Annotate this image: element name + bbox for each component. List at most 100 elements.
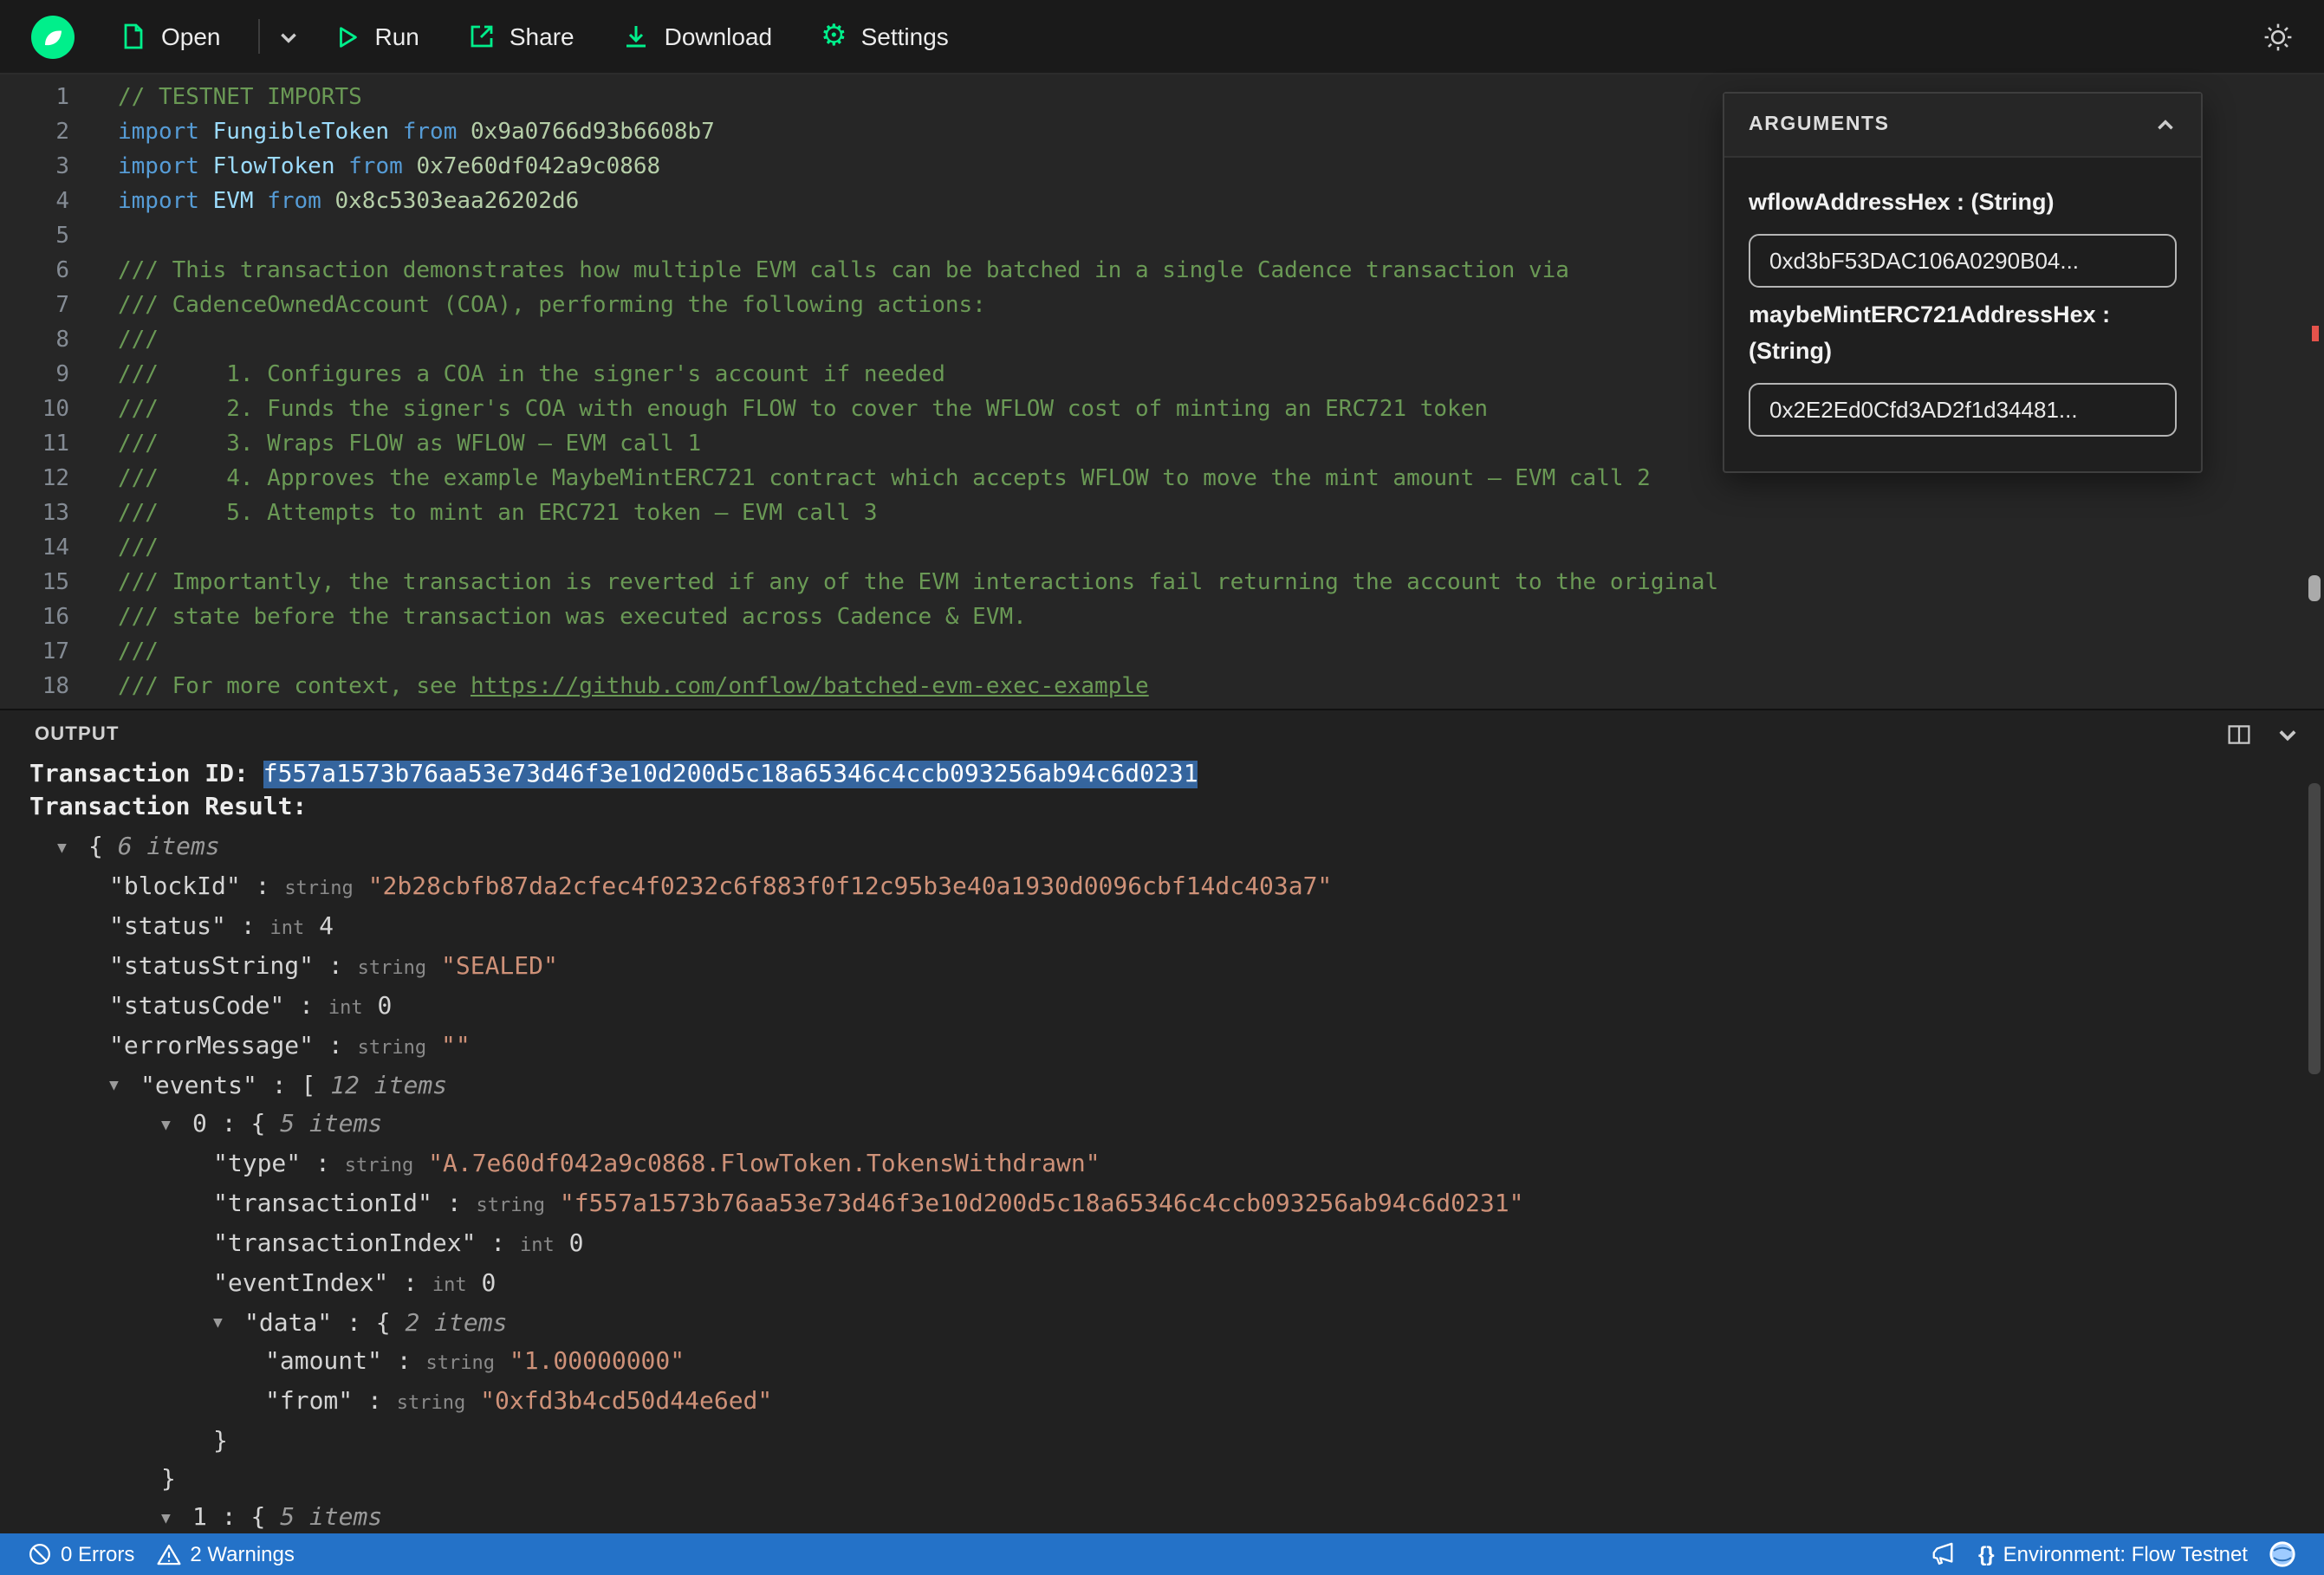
json-token: string <box>344 1153 414 1176</box>
transaction-result-label: Transaction Result: <box>29 794 308 821</box>
json-tree-row: ▼ "events" : [ 12 items <box>29 1066 2324 1105</box>
share-button[interactable]: Share <box>468 23 575 50</box>
code-line-content: /// <box>69 324 159 359</box>
editor-scrollbar-thumb[interactable] <box>2308 575 2321 601</box>
expand-toggle-icon[interactable]: ▼ <box>213 1305 244 1343</box>
split-panel-icon <box>2228 725 2250 744</box>
warning-triangle-icon <box>156 1544 180 1565</box>
line-number: 14 <box>42 535 69 561</box>
gear-icon: ⚙ <box>821 18 847 53</box>
code-line-content: // TESTNET IMPORTS <box>69 81 362 116</box>
open-dropdown-chevron[interactable] <box>278 25 301 48</box>
code-token: FlowToken <box>212 154 335 180</box>
json-token: "A.7e60df042a9c0868.FlowToken.TokensWith… <box>428 1150 1100 1177</box>
code-line: 14 /// <box>0 532 2324 567</box>
json-token: "" <box>441 1032 471 1060</box>
transaction-id-value[interactable]: f557a1573b76aa53e73d46f3e10d200d5c18a653… <box>263 761 1198 788</box>
line-number: 11 <box>42 431 69 457</box>
code-line: 18/// For more context, see https://gith… <box>0 671 2324 705</box>
json-token: [ <box>301 1072 331 1099</box>
split-panel-button[interactable] <box>2227 723 2251 747</box>
json-token: int <box>520 1233 555 1255</box>
download-icon <box>623 23 651 50</box>
json-token: : <box>284 992 328 1020</box>
expand-toggle-icon[interactable]: ▼ <box>161 1106 192 1144</box>
json-token: int <box>432 1273 467 1295</box>
chevron-up-icon[interactable] <box>2154 113 2177 136</box>
code-line-content: /// 4. Approves the example MaybeMintERC… <box>69 463 1651 497</box>
warnings-status[interactable]: 2 Warnings <box>145 1541 305 1567</box>
json-token: "f557a1573b76aa53e73d46f3e10d200d5c18a65… <box>559 1189 1524 1217</box>
json-token: "1.00000000" <box>509 1348 685 1376</box>
maybe-mint-address-input[interactable]: 0x2E2Ed0Cfd3AD2f1d34481... <box>1749 382 2177 437</box>
json-token: 0 <box>192 1111 207 1138</box>
json-token: 0 <box>568 1229 584 1257</box>
json-tree-row: ▼ "data" : { 2 items <box>29 1304 2324 1343</box>
json-token: string <box>357 956 427 978</box>
json-token: } <box>161 1466 176 1494</box>
announcements-button[interactable] <box>1921 1541 1968 1567</box>
code-line-content: import EVM from 0x8c5303eaa26202d6 <box>69 185 579 220</box>
code-token: /// CadenceOwnedAccount (COA), performin… <box>118 293 986 319</box>
output-title: OUTPUT <box>35 724 120 745</box>
json-token: 5 items <box>280 1504 383 1532</box>
json-token: { <box>250 1111 281 1138</box>
json-tree-row: "amount" : string "1.00000000" <box>29 1343 2324 1383</box>
output-scrollbar-thumb[interactable] <box>2308 783 2321 1074</box>
json-tree-row: "type" : string "A.7e60df042a9c0868.Flow… <box>29 1144 2324 1184</box>
wflow-address-label: wflowAddressHex : (String) <box>1749 189 2055 215</box>
code-token: import <box>118 120 213 146</box>
code-token: 0x8c5303eaa26202d6 <box>334 189 580 215</box>
theme-toggle-button[interactable] <box>2263 22 2293 51</box>
json-token: 1 <box>192 1504 207 1532</box>
status-bar: 0 Errors 2 Warnings {} Environment: Flow… <box>0 1533 2324 1575</box>
expand-toggle-icon[interactable]: ▼ <box>57 829 88 867</box>
code-token: 0x9a0766d93b6608b7 <box>471 120 715 146</box>
json-tree-row: ▼{ 6 items <box>29 828 2324 867</box>
open-button[interactable]: Open <box>120 23 221 50</box>
json-token: int <box>269 916 305 938</box>
code-line-content: import FungibleToken from 0x9a0766d93b66… <box>69 116 715 151</box>
json-token: "type" <box>213 1150 302 1177</box>
code-token: /// <box>118 639 159 665</box>
code-token: /// <box>118 535 159 561</box>
code-token: 0x7e60df042a9c0868 <box>416 154 661 180</box>
expand-toggle-icon[interactable]: ▼ <box>109 1067 140 1105</box>
json-token: : <box>240 872 285 900</box>
errors-count-label: 0 Errors <box>61 1542 135 1566</box>
code-link[interactable]: https://github.com/onflow/batched-evm-ex… <box>471 674 1149 700</box>
transaction-result-line: Transaction Result: <box>29 792 2324 825</box>
error-circle-icon <box>29 1544 50 1565</box>
connection-status-button[interactable] <box>2258 1540 2307 1568</box>
share-label: Share <box>509 23 575 50</box>
json-token: "statusCode" <box>109 992 285 1020</box>
arguments-panel-header[interactable]: ARGUMENTS <box>1724 94 2201 158</box>
code-line-content: /// <box>69 532 159 567</box>
collapse-output-button[interactable] <box>2275 723 2300 747</box>
line-number: 17 <box>42 639 69 665</box>
code-token: import <box>118 154 213 180</box>
run-button[interactable]: Run <box>335 23 419 50</box>
download-button[interactable]: Download <box>623 23 772 50</box>
json-tree-row: } <box>29 1423 2324 1461</box>
environment-status[interactable]: {} Environment: Flow Testnet <box>1968 1542 2258 1566</box>
code-line-content: /// <box>69 636 159 671</box>
code-token: /// 1. Configures a COA in the signer's … <box>118 362 945 388</box>
code-line-content: import FlowToken from 0x7e60df042a9c0868 <box>69 151 660 185</box>
json-token: string <box>396 1391 466 1414</box>
environment-label: Environment: Flow Testnet <box>2003 1542 2248 1566</box>
errors-status[interactable]: 0 Errors <box>17 1542 145 1566</box>
code-token: /// 2. Funds the signer's COA with enoug… <box>118 397 1488 423</box>
wflow-address-input[interactable]: 0xd3bF53DAC106A0290B04... <box>1749 234 2177 288</box>
flow-runner-app: Open Run Share Download ⚙ Settings 1 // … <box>0 0 2324 1575</box>
json-tree-row: "transactionIndex" : int 0 <box>29 1224 2324 1264</box>
expand-toggle-icon[interactable]: ▼ <box>161 1500 192 1533</box>
settings-button[interactable]: ⚙ Settings <box>821 18 949 53</box>
